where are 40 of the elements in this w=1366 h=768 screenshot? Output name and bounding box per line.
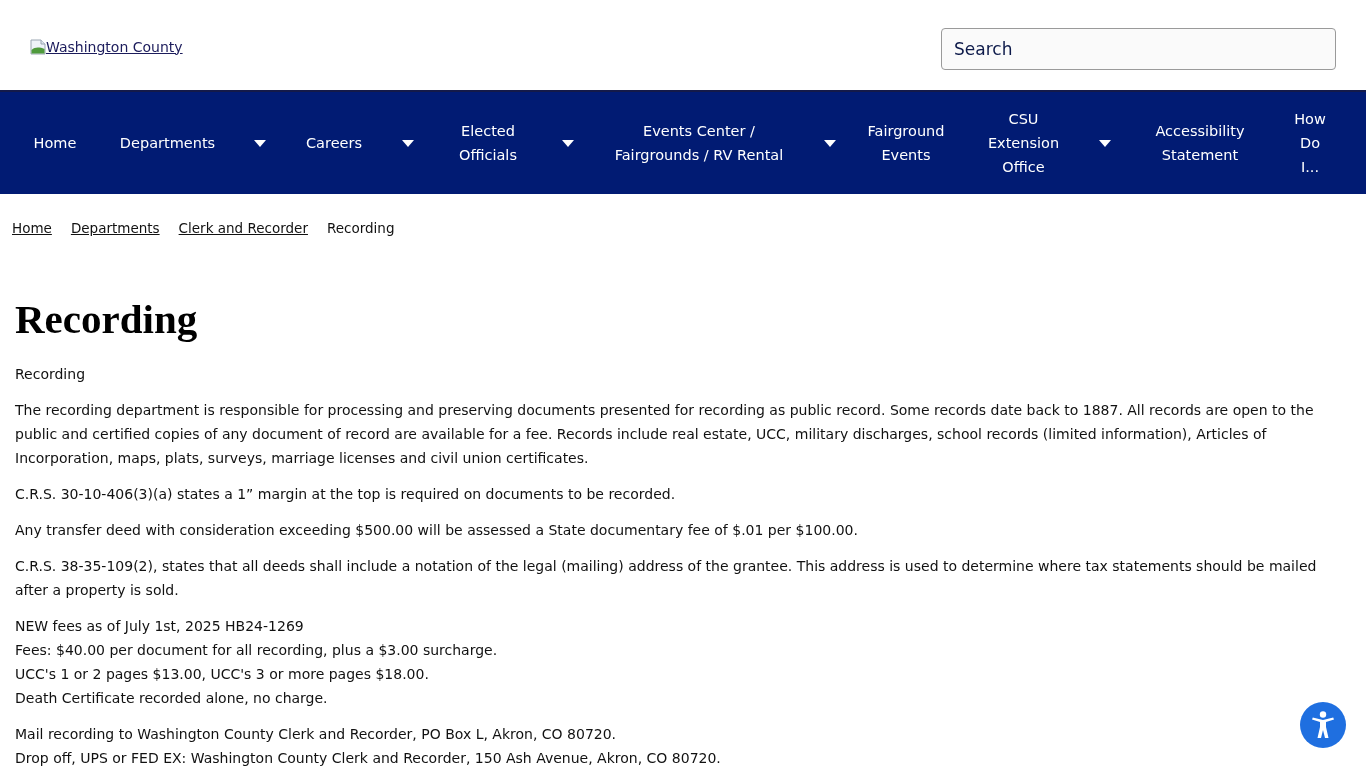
body-text: Drop off, UPS or FED EX: Washington County Clerk and Recorder, 150 Ash Avenue, Akron, CO 80720. <box>15 749 721 768</box>
nav-link[interactable]: How Do I... <box>1275 107 1345 179</box>
breadcrumb-link[interactable]: Clerk and Recorder <box>178 216 308 240</box>
body-text: Any transfer deed with consideration exceeding $500.00 will be assessed a State documentary fee of $.01 per $100.00. <box>15 521 858 540</box>
nav-link[interactable]: Departments <box>95 131 240 155</box>
nav-link[interactable]: CSU Extension Office <box>962 107 1085 179</box>
nav-link[interactable]: Careers <box>280 131 388 155</box>
nav-link[interactable]: Home <box>15 131 95 155</box>
body-text: NEW fees as of July 1st, 2025 HB24-1269 <box>15 617 304 636</box>
body-text: C.R.S. 30-10-406(3)(a) states a 1” margin at the top is required on documents to be recorded. <box>15 485 676 504</box>
body-text: C.R.S. 38-35-109(2), states that all deeds shall include a notation of the legal (mailing) address of the grantee. This address is used to determine where tax statements should be mailed after a property is sold. <box>15 557 1318 600</box>
page-title: Recording <box>15 295 199 344</box>
dropdown-toggle[interactable] <box>402 139 414 147</box>
search-field[interactable]: Search <box>941 28 1336 70</box>
caret-icon <box>824 139 836 147</box>
dropdown-toggle[interactable] <box>1099 139 1111 147</box>
nav-link[interactable]: Fairground Events <box>850 119 962 167</box>
caret-icon <box>562 139 574 147</box>
person-icon <box>1311 711 1335 739</box>
dropdown-toggle[interactable] <box>562 139 574 147</box>
nav-link[interactable]: Accessibility Statement <box>1125 119 1275 167</box>
body-text: Recording <box>15 365 86 384</box>
caret-icon <box>402 139 414 147</box>
body-text: The recording department is responsible for processing and preserving documents presented for recording as public record. Some records date back to 1887. All records are open to the public and certified copies of any document of record are available for a fee. Records include real estate, UCC, military discharges, school records (limited information), Articles of Incorporation, maps, plats, surveys, marriage licenses and civil union certificates. <box>15 401 1315 468</box>
caret-icon <box>254 139 266 147</box>
nav-link[interactable]: Elected Officials <box>428 119 548 167</box>
dropdown-toggle[interactable] <box>254 139 266 147</box>
accessibility-button[interactable] <box>1300 702 1346 748</box>
body-text: Mail recording to Washington County Clerk and Recorder, PO Box L, Akron, CO 80720. <box>15 725 617 744</box>
breadcrumb-link[interactable]: Departments <box>70 216 160 240</box>
broken-image-icon <box>30 39 46 55</box>
dropdown-toggle[interactable] <box>824 139 836 147</box>
body-text: UCC's 1 or 2 pages $13.00, UCC's 3 or more pages $18.00. <box>15 665 429 684</box>
breadcrumb-link[interactable]: Home <box>12 216 52 240</box>
nav-link[interactable]: Events Center / Fairgrounds / RV Rental <box>588 119 810 167</box>
breadcrumb-current: Recording <box>326 219 395 238</box>
logo-link[interactable]: Washington County <box>30 36 183 58</box>
body-text: Death Certificate recorded alone, no charge. <box>15 689 328 708</box>
caret-icon <box>1099 139 1111 147</box>
body-text: Fees: $40.00 per document for all recording, plus a $3.00 surcharge. <box>15 641 498 660</box>
